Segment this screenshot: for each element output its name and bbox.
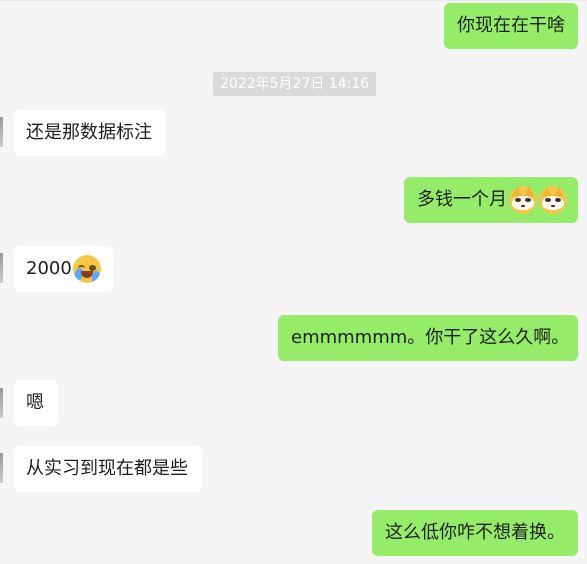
outgoing-message-bubble[interactable]: 多钱一个月 bbox=[404, 177, 578, 223]
crying-face-emoji-icon bbox=[72, 255, 101, 283]
message-text: 还是那数据标注 bbox=[26, 122, 152, 143]
message-text: 多钱一个月 bbox=[417, 189, 507, 210]
outgoing-message-bubble[interactable]: 你现在在干啥 bbox=[444, 3, 578, 49]
contact-avatar-edge[interactable] bbox=[0, 453, 3, 483]
shiba-face-emoji-icon bbox=[509, 186, 537, 214]
shiba-face-emoji-icon bbox=[539, 186, 567, 214]
contact-avatar-edge[interactable] bbox=[0, 388, 3, 418]
message-text: 从实习到现在都是些 bbox=[26, 458, 188, 479]
outgoing-message-bubble[interactable]: emmmmmm。你干了这么久啊。 bbox=[278, 315, 578, 361]
incoming-message-bubble[interactable]: 还是那数据标注 bbox=[14, 110, 166, 156]
contact-avatar-edge[interactable] bbox=[0, 253, 3, 283]
message-text: 这么低你咋不想着换。 bbox=[385, 522, 565, 543]
contact-avatar-edge[interactable] bbox=[0, 117, 3, 147]
message-text: emmmmmm。你干了这么久啊。 bbox=[291, 327, 570, 348]
message-text: 2000 bbox=[26, 258, 72, 279]
message-text: 嗯 bbox=[26, 392, 44, 413]
incoming-message-bubble[interactable]: 2000 bbox=[14, 246, 113, 292]
incoming-message-bubble[interactable]: 嗯 bbox=[14, 380, 58, 426]
message-timestamp: 2022年5月27日 14:16 bbox=[213, 72, 377, 96]
outgoing-message-bubble[interactable]: 这么低你咋不想着换。 bbox=[372, 510, 578, 556]
chat-top-divider bbox=[0, 0, 587, 1]
incoming-message-bubble[interactable]: 从实习到现在都是些 bbox=[14, 446, 202, 492]
message-text: 你现在在干啥 bbox=[457, 15, 565, 36]
